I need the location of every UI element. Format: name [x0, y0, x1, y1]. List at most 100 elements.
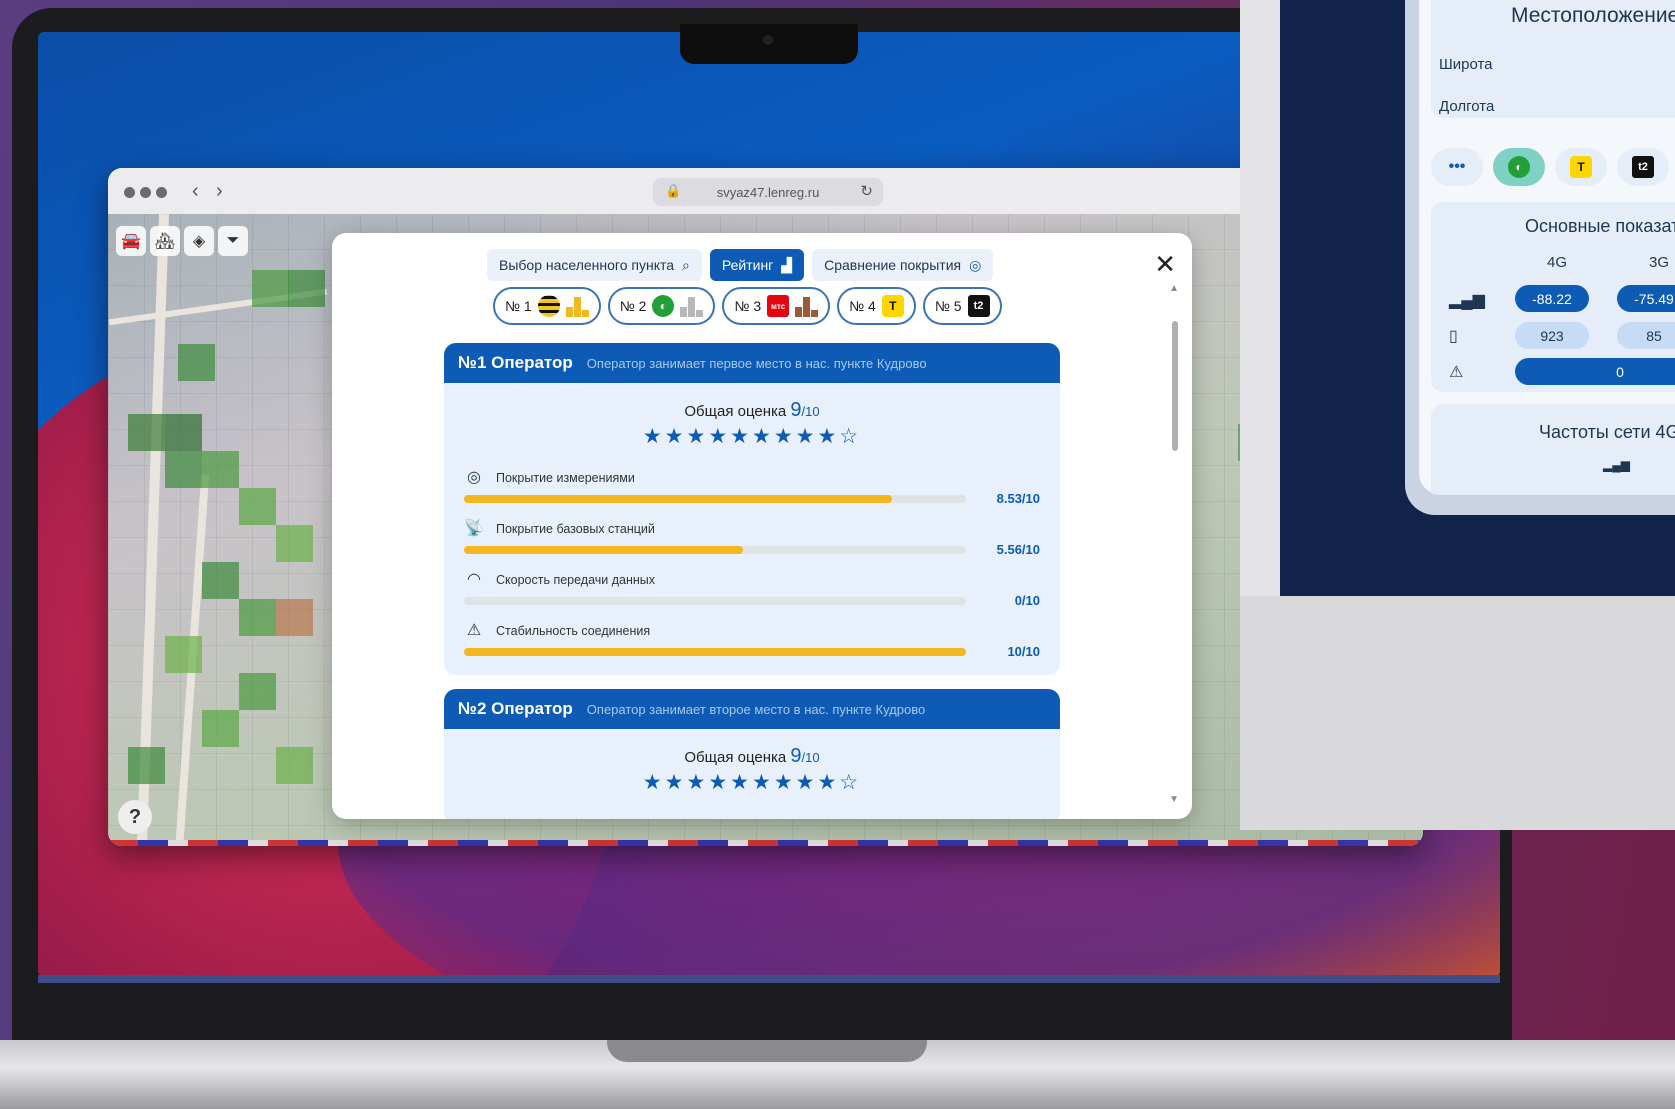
- operator-chip-1[interactable]: № 1: [493, 287, 601, 325]
- card-subtitle: Оператор занимает второе место в нас. пу…: [586, 701, 926, 717]
- operator-chip-3[interactable]: № 3 мтс: [722, 287, 831, 325]
- metric-base-station-coverage: 📡 Покрытие базовых станций 5.56/10: [464, 514, 1040, 565]
- errors-value: 0: [1515, 358, 1675, 385]
- longitude-label: Долгота: [1439, 98, 1495, 115]
- layers-icon[interactable]: ◈: [184, 226, 214, 256]
- help-icon[interactable]: ?: [118, 800, 152, 834]
- antenna-icon: 📡: [464, 520, 484, 537]
- window-zoom-dot[interactable]: [156, 187, 167, 198]
- main-metrics-card: Основные показатели 4G 3G ▂▄▆ -88.22 -75…: [1431, 202, 1675, 392]
- operator-chip-2[interactable]: № 2 ◐: [607, 287, 716, 325]
- camera-icon: [763, 35, 773, 45]
- devices-4g-value: 923: [1515, 322, 1589, 349]
- forward-icon[interactable]: ›: [216, 180, 223, 203]
- chip-label: № 5: [934, 298, 962, 314]
- tab-label: Сравнение покрытия: [824, 257, 962, 273]
- rating-modal: Выбор населенного пункта ⌕ Рейтинг ▟ Сра…: [332, 233, 1192, 819]
- devices-3g-value: 85: [1617, 322, 1675, 349]
- scrollbar-thumb[interactable]: [1172, 321, 1178, 451]
- screen-bottom-edge: [38, 975, 1500, 983]
- warning-icon: ⚠: [466, 622, 482, 639]
- more-icon[interactable]: •••: [1431, 148, 1483, 186]
- progress-fill: [464, 546, 744, 554]
- progress-track: [464, 495, 966, 503]
- overall-label: Общая оценка: [684, 749, 787, 766]
- column-3g: 3G: [1649, 254, 1670, 271]
- card-title: №2 Оператор: [458, 699, 573, 718]
- column-4g: 4G: [1547, 254, 1568, 271]
- chip-label: № 2: [619, 298, 647, 314]
- overall-label: Общая оценка: [684, 403, 787, 420]
- t-mobile-logo-icon[interactable]: T: [1555, 148, 1607, 186]
- operator-chip-5[interactable]: № 5 t2: [922, 287, 1002, 325]
- metric-label: Покрытие измерениями: [496, 471, 635, 485]
- operator-chip-4[interactable]: № 4 T: [837, 287, 916, 325]
- metric-value: 5.56/10: [996, 542, 1040, 557]
- metric-value: 8.53/10: [996, 491, 1040, 506]
- car-icon[interactable]: 🚘: [116, 226, 146, 256]
- score-max: /10: [801, 750, 820, 765]
- rating-list[interactable]: №1 Оператор Оператор занимает первое мес…: [444, 343, 1060, 819]
- coverage-icon: ◎: [467, 469, 481, 486]
- speedometer-icon: ◠: [467, 571, 481, 588]
- mts-logo-icon: мтс: [767, 295, 790, 317]
- t-mobile-logo-icon: T: [881, 295, 904, 317]
- laptop-lid-notch: [607, 1040, 927, 1062]
- tab-settlement-select[interactable]: Выбор населенного пункта ⌕: [487, 249, 702, 281]
- podium-bronze-icon: [795, 295, 819, 317]
- tab-coverage-compare[interactable]: Сравнение покрытия ◎: [812, 249, 994, 281]
- card-subtitle: Оператор занимает первое место в нас. пу…: [586, 355, 927, 371]
- mobile-app-frame: Местоположение ⧉ Широта Долгота ••• ◐ T …: [1405, 0, 1675, 515]
- map-footer-strip: [108, 840, 1423, 846]
- operator-card-1: №1 Оператор Оператор занимает первое мес…: [444, 343, 1060, 675]
- megafon-logo-icon: ◐: [652, 295, 675, 317]
- frequency-card: Частоты сети 4G ▂▄▆: [1431, 404, 1675, 495]
- reload-icon[interactable]: ↻: [860, 182, 873, 200]
- latitude-label: Широта: [1439, 56, 1493, 73]
- frequency-title: Частоты сети 4G: [1539, 422, 1675, 442]
- warning-icon: ⚠: [1449, 364, 1464, 381]
- close-icon[interactable]: ✕: [1154, 251, 1176, 277]
- megafon-logo-icon[interactable]: ◐: [1493, 148, 1545, 186]
- chip-label: № 3: [734, 298, 762, 314]
- address-bar[interactable]: 🔒 svyaz47.lenreg.ru ↻: [653, 178, 883, 206]
- scroll-down-icon[interactable]: ▼: [1169, 794, 1179, 805]
- overall-score: Общая оценка 9/10: [444, 399, 1060, 422]
- metric-value: 0/10: [1014, 593, 1040, 608]
- tab-rating[interactable]: Рейтинг ▟: [709, 249, 805, 281]
- browser-toolbar: ‹ › 🔒 svyaz47.lenreg.ru ↻: [108, 168, 1423, 214]
- metric-value: 10/10: [1007, 644, 1040, 659]
- buildings-icon[interactable]: 🏘: [150, 226, 180, 256]
- monitor-frame: Местоположение ⧉ Широта Долгота ••• ◐ T …: [1240, 0, 1675, 830]
- scroll-up-icon[interactable]: ▲: [1169, 283, 1179, 294]
- progress-track: [464, 648, 966, 656]
- monitor-chin: [1240, 596, 1675, 830]
- metric-label: Покрытие базовых станций: [496, 522, 655, 536]
- signal-icon: ▂▄▆: [1449, 292, 1485, 309]
- progress-track: [464, 546, 966, 554]
- back-icon[interactable]: ‹: [192, 180, 199, 203]
- location-title: Местоположение: [1511, 4, 1675, 27]
- operator-card-2: №2 Оператор Оператор занимает второе мес…: [444, 689, 1060, 819]
- signal-icon: ▂▄▆: [1603, 458, 1630, 472]
- signal-4g-value: -88.22: [1515, 285, 1589, 312]
- metric-connection-stability: ⚠ Стабильность соединения 10/10: [464, 616, 1040, 667]
- t2-logo-icon: t2: [967, 295, 990, 317]
- mobile-app: Местоположение ⧉ Широта Долгота ••• ◐ T …: [1419, 0, 1675, 495]
- card-header: №1 Оператор Оператор занимает первое мес…: [444, 343, 1060, 383]
- t2-logo-icon[interactable]: t2: [1617, 148, 1669, 186]
- url-text: svyaz47.lenreg.ru: [716, 184, 820, 200]
- podium-gold-icon: [565, 295, 589, 317]
- modal-tabs: Выбор населенного пункта ⌕ Рейтинг ▟ Сра…: [487, 249, 994, 281]
- ranking-icon: ▟: [781, 256, 793, 273]
- monitor-screen: Местоположение ⧉ Широта Долгота ••• ◐ T …: [1280, 0, 1675, 596]
- tab-label: Выбор населенного пункта: [499, 257, 675, 273]
- search-icon: ⌕: [682, 256, 690, 273]
- window-minimize-dot[interactable]: [140, 187, 151, 198]
- filter-icon[interactable]: ⏷: [218, 226, 248, 256]
- progress-fill: [464, 648, 966, 656]
- coverage-icon: ◎: [969, 256, 982, 273]
- window-close-dot[interactable]: [124, 187, 135, 198]
- progress-fill: [464, 495, 893, 503]
- signal-3g-value: -75.49: [1617, 285, 1675, 312]
